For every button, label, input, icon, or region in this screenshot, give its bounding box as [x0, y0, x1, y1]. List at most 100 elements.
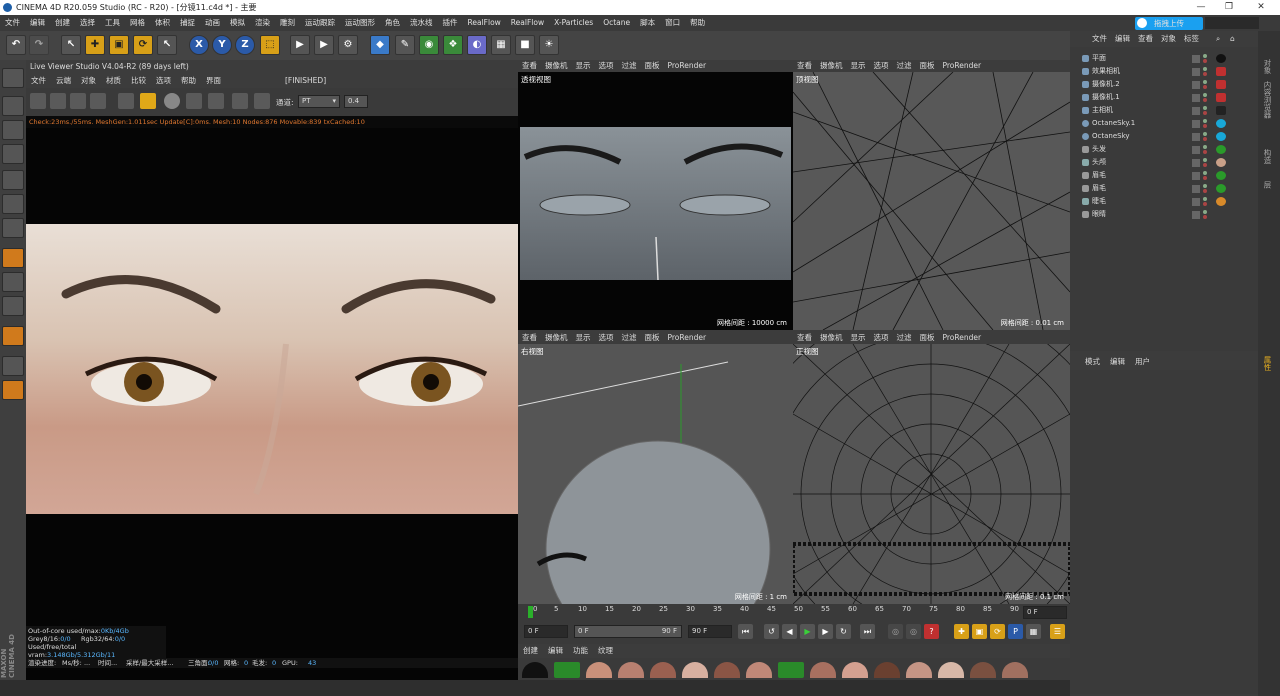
prev-frame-icon[interactable]: ◀	[782, 624, 797, 639]
visibility-dot[interactable]	[1203, 54, 1207, 58]
layer-checkbox[interactable]	[1192, 55, 1200, 63]
move-icon[interactable]: ✚	[85, 35, 105, 55]
hair-tag-icon[interactable]	[1216, 171, 1226, 180]
render-settings-icon[interactable]: ⚙	[338, 35, 358, 55]
lv-menu-file[interactable]: 文件	[26, 74, 51, 88]
object-row[interactable]: 眼睛	[1070, 208, 1258, 221]
lv-menu-materials[interactable]: 材质	[101, 74, 126, 88]
menu-sculpt[interactable]: 雕刻	[275, 15, 300, 31]
material-swatch[interactable]	[554, 662, 580, 678]
key-pla-icon[interactable]: ▦	[1026, 624, 1041, 639]
vp-menu-cameras[interactable]: 摄像机	[541, 60, 572, 72]
vp-menu-options[interactable]: 选项	[870, 332, 893, 344]
menu-tools[interactable]: 工具	[100, 15, 125, 31]
axis-mode-icon[interactable]	[2, 248, 24, 268]
hair-tag-icon[interactable]	[1216, 184, 1226, 193]
lv-menu-objects[interactable]: 对象	[76, 74, 101, 88]
render-view-icon[interactable]: ▶	[290, 35, 310, 55]
object-row[interactable]: OctaneSky	[1070, 130, 1258, 143]
timeline-menu-icon[interactable]: ☰	[1050, 624, 1065, 639]
menu-render[interactable]: 渲染	[250, 15, 275, 31]
material-swatch[interactable]	[874, 662, 900, 678]
frame-field[interactable]: 0 F	[524, 625, 568, 638]
tab-layers[interactable]: 层	[1262, 181, 1273, 189]
viewport-perspective[interactable]: 查看 摄像机 显示 选项 过滤 面板 ProRender 透视视图 网格间距 : 10000…	[518, 60, 793, 330]
layer-checkbox[interactable]	[1192, 81, 1200, 89]
menu-select[interactable]: 选择	[75, 15, 100, 31]
material-swatch[interactable]	[1002, 662, 1028, 678]
menu-mograph[interactable]: 运动图形	[340, 15, 380, 31]
am-menu-edit[interactable]: 编辑	[1105, 354, 1130, 370]
material-swatch[interactable]	[842, 662, 868, 678]
vp-menu-display[interactable]: 显示	[847, 332, 870, 344]
menu-edit[interactable]: 编辑	[25, 15, 50, 31]
material-swatch[interactable]	[938, 662, 964, 678]
vp-menu-filter[interactable]: 过滤	[893, 60, 916, 72]
menu-file[interactable]: 文件	[0, 15, 25, 31]
menu-character[interactable]: 角色	[380, 15, 405, 31]
cube-icon[interactable]: ◆	[370, 35, 390, 55]
home-icon[interactable]: ⌂	[1226, 31, 1239, 47]
tab-content-browser[interactable]: 内容浏览器	[1262, 81, 1273, 119]
menu-help[interactable]: 帮助	[685, 15, 710, 31]
menu-volume[interactable]: 体积	[150, 15, 175, 31]
object-row[interactable]: 主相机	[1070, 104, 1258, 117]
vp-menu-cameras[interactable]: 摄像机	[816, 332, 847, 344]
lv-menu-interface[interactable]: 界面	[201, 74, 226, 88]
tab-attributes[interactable]: 属性	[1262, 356, 1273, 371]
render-dot[interactable]	[1203, 202, 1207, 206]
camera-tag-icon[interactable]	[1216, 67, 1226, 76]
lash-tag-icon[interactable]	[1216, 197, 1226, 206]
object-row[interactable]: OctaneSky.1	[1070, 117, 1258, 130]
deformer-icon[interactable]: ◐	[467, 35, 487, 55]
rotate-icon[interactable]: ⟳	[133, 35, 153, 55]
object-row[interactable]: 睫毛	[1070, 195, 1258, 208]
material-swatch[interactable]	[650, 662, 676, 678]
material-swatch[interactable]	[778, 662, 804, 678]
close-button[interactable]: ✕	[1246, 0, 1276, 15]
restart-render-icon[interactable]	[50, 93, 66, 109]
upload-button[interactable]: 拖拽上传	[1135, 17, 1203, 30]
material-swatch[interactable]	[522, 662, 548, 678]
layout-select[interactable]	[1205, 17, 1259, 29]
camera-tag-icon[interactable]	[1216, 93, 1226, 102]
layer-checkbox[interactable]	[1192, 185, 1200, 193]
lv-menu-cloud[interactable]: 云端	[51, 74, 76, 88]
material-swatch[interactable]	[746, 662, 772, 678]
prev-key-icon[interactable]: ↺	[764, 624, 779, 639]
mm-menu-create[interactable]: 创建	[518, 644, 543, 658]
z-axis-icon[interactable]: Z	[235, 35, 255, 55]
render-dot[interactable]	[1203, 137, 1207, 141]
search-icon[interactable]: ⌕	[1212, 31, 1224, 47]
object-row[interactable]: 平面	[1070, 52, 1258, 65]
vp-menu-display[interactable]: 显示	[847, 60, 870, 72]
range-slider[interactable]: 0 F 90 F	[574, 625, 682, 638]
vp-menu-filter[interactable]: 过滤	[893, 332, 916, 344]
vp-menu-prorender[interactable]: ProRender	[664, 332, 711, 344]
camera-tag-icon[interactable]	[1216, 80, 1226, 89]
vp-menu-filter[interactable]: 过滤	[618, 60, 641, 72]
material-ball-icon[interactable]	[164, 93, 180, 109]
x-axis-icon[interactable]: X	[189, 35, 209, 55]
edges-mode-icon[interactable]	[2, 194, 24, 214]
timeline-ruler[interactable]: 0 5 10 15 20 25 30 35 40 45 50 55 60 65 …	[518, 604, 1070, 620]
om-menu-edit[interactable]: 编辑	[1111, 31, 1134, 47]
object-row[interactable]: 眉毛	[1070, 169, 1258, 182]
visibility-dot[interactable]	[1203, 158, 1207, 162]
lv-menu-compare[interactable]: 比较	[126, 74, 151, 88]
material-swatch[interactable]	[906, 662, 932, 678]
vp-menu-panel[interactable]: 面板	[916, 60, 939, 72]
om-menu-view[interactable]: 查看	[1134, 31, 1157, 47]
render-dot[interactable]	[1203, 111, 1207, 115]
pen-icon[interactable]: ✎	[395, 35, 415, 55]
vp-menu-view[interactable]: 查看	[793, 332, 816, 344]
tweak-mode-icon[interactable]	[2, 272, 24, 292]
vp-menu-cameras[interactable]: 摄像机	[816, 60, 847, 72]
om-menu-tags[interactable]: 标签	[1180, 31, 1203, 47]
current-frame-field[interactable]: 0 F	[1023, 606, 1067, 619]
points-mode-icon[interactable]	[2, 170, 24, 190]
object-row[interactable]: 头颅	[1070, 156, 1258, 169]
material-swatch[interactable]	[618, 662, 644, 678]
redo-icon[interactable]: ↷	[29, 35, 49, 55]
pick-focus-icon[interactable]	[232, 93, 248, 109]
